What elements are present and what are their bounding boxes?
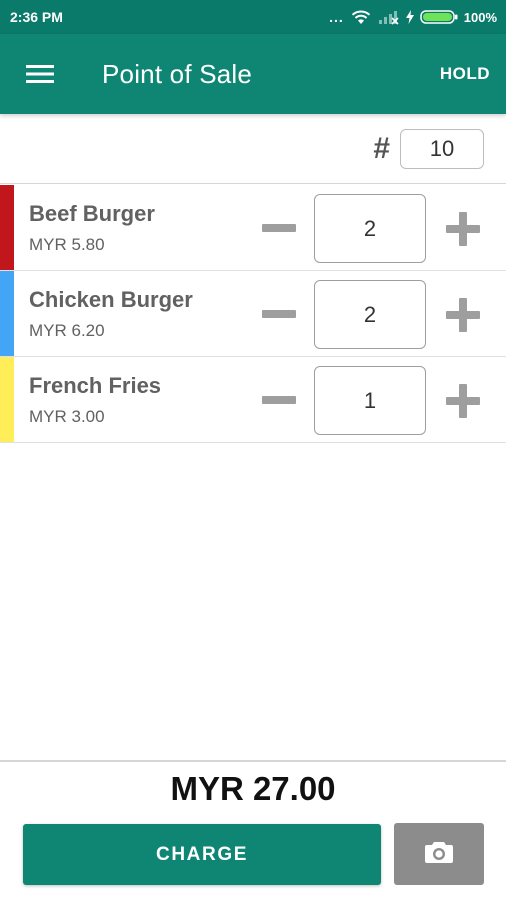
item-color-stripe xyxy=(0,357,14,442)
wifi-icon xyxy=(350,9,372,25)
item-price: MYR 6.20 xyxy=(29,321,105,340)
hold-button[interactable]: HOLD xyxy=(440,56,490,92)
camera-icon xyxy=(425,840,453,869)
list-item: Beef Burger MYR 5.80 xyxy=(0,185,506,271)
battery-percent: 100% xyxy=(463,9,497,25)
status-bar: 2:36 PM ... 100% xyxy=(0,0,506,34)
decrement-button[interactable] xyxy=(259,213,299,243)
item-price: MYR 3.00 xyxy=(29,407,105,426)
status-dots: ... xyxy=(329,9,344,25)
bottom-divider xyxy=(0,760,506,762)
item-name: Chicken Burger xyxy=(29,287,193,312)
quantity-input[interactable] xyxy=(314,280,426,349)
hash-label: # xyxy=(373,131,390,165)
order-number-row: # xyxy=(0,114,506,184)
list-item: French Fries MYR 3.00 xyxy=(0,357,506,443)
page-title: Point of Sale xyxy=(102,58,253,89)
item-info: French Fries MYR 3.00 xyxy=(29,373,161,427)
item-name: Beef Burger xyxy=(29,201,155,226)
charging-bolt-icon xyxy=(405,10,414,24)
charge-button[interactable]: CHARGE xyxy=(23,824,381,885)
item-color-stripe xyxy=(0,185,14,270)
item-color-stripe xyxy=(0,271,14,356)
increment-button[interactable] xyxy=(443,209,483,249)
app-bar: Point of Sale HOLD xyxy=(0,34,506,114)
status-time: 2:36 PM xyxy=(10,9,63,25)
order-items-list: Beef Burger MYR 5.80 Chicken Burger MYR … xyxy=(0,185,506,443)
item-info: Beef Burger MYR 5.80 xyxy=(29,201,155,255)
item-price: MYR 5.80 xyxy=(29,235,105,254)
signal-icon xyxy=(378,9,400,25)
list-item: Chicken Burger MYR 6.20 xyxy=(0,271,506,357)
order-number-input[interactable] xyxy=(400,128,484,169)
status-icons: ... 100% xyxy=(329,9,497,25)
increment-button[interactable] xyxy=(443,381,483,421)
decrement-button[interactable] xyxy=(259,299,299,329)
increment-button[interactable] xyxy=(443,295,483,335)
item-name: French Fries xyxy=(29,373,162,398)
quantity-input[interactable] xyxy=(314,366,426,435)
hamburger-menu-icon[interactable] xyxy=(12,46,68,102)
battery-icon xyxy=(420,9,458,25)
order-total: MYR 27.00 xyxy=(170,770,336,807)
quantity-input[interactable] xyxy=(314,194,426,263)
camera-button[interactable] xyxy=(394,823,484,885)
decrement-button[interactable] xyxy=(259,385,299,415)
item-info: Chicken Burger MYR 6.20 xyxy=(29,287,193,341)
